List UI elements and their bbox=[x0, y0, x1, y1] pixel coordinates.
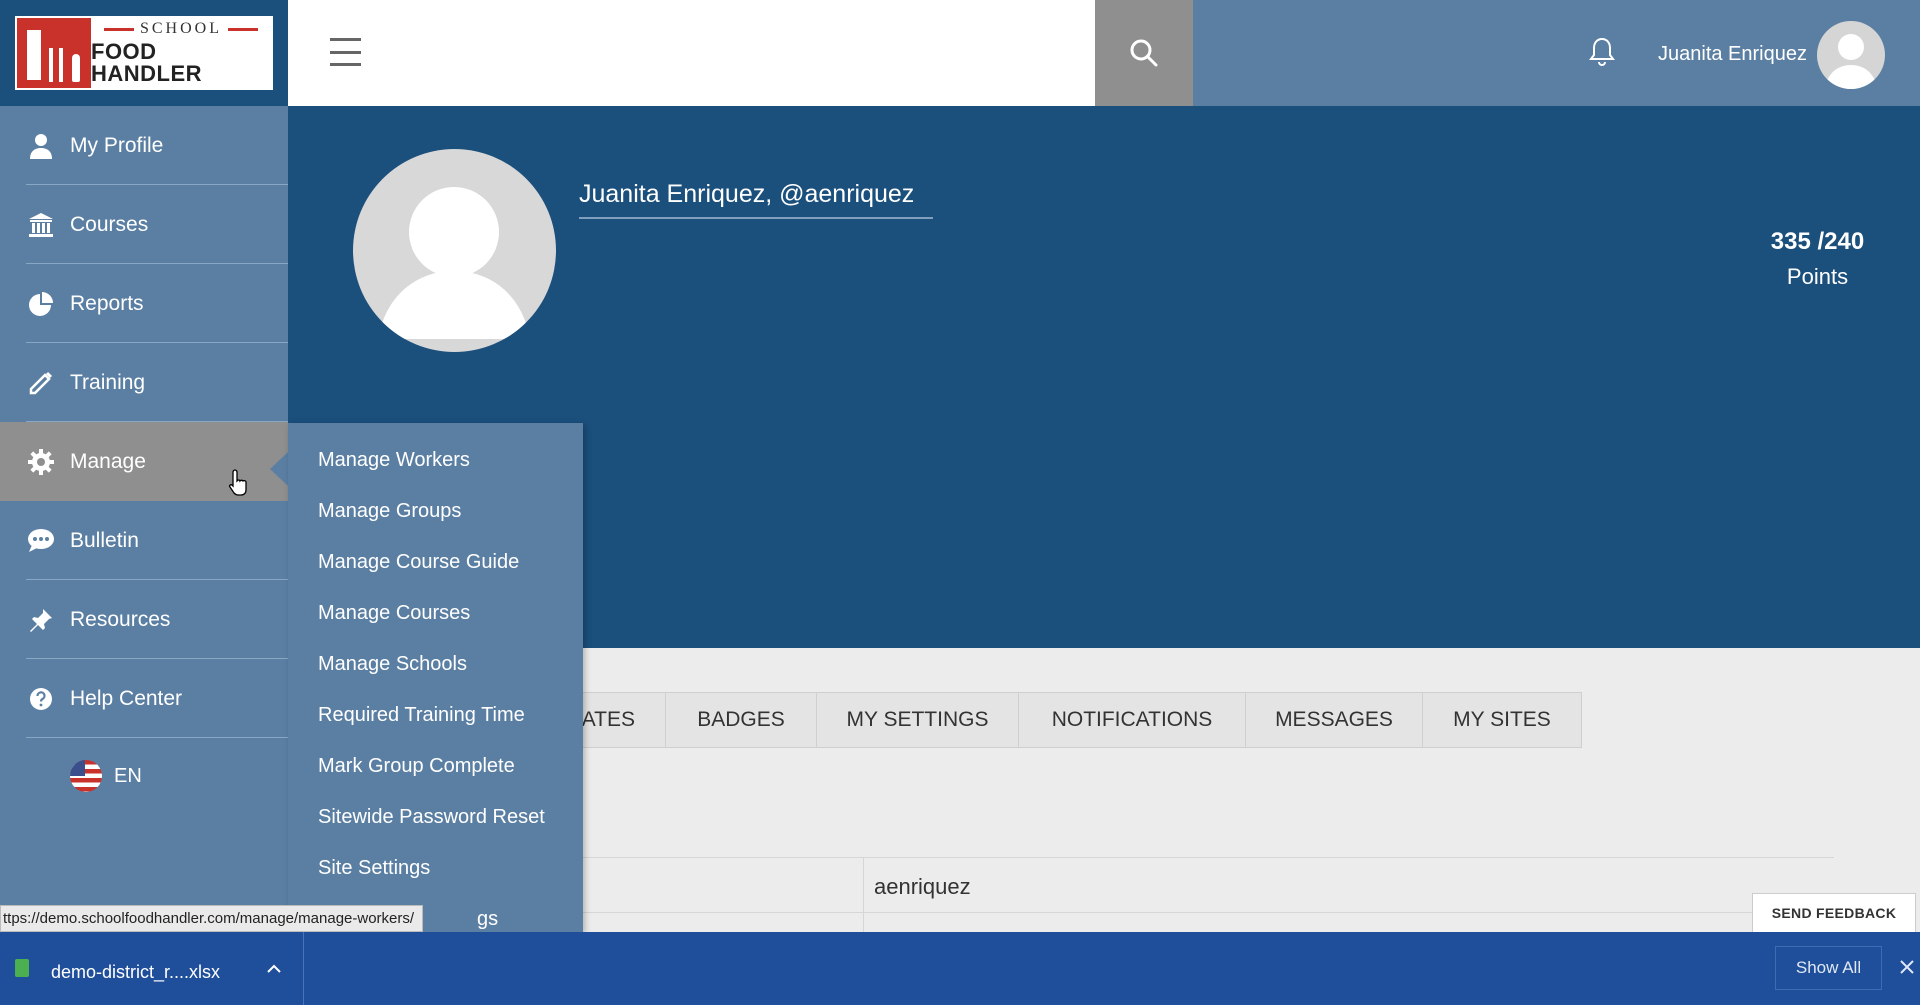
sidebar-item-label: Courses bbox=[70, 212, 149, 236]
chat-bubble-icon bbox=[26, 526, 56, 556]
tab-my-sites[interactable]: MY SITES bbox=[1423, 692, 1582, 748]
download-item[interactable]: demo-district_r....xlsx bbox=[0, 932, 304, 1005]
sidebar-item-label: Reports bbox=[70, 291, 144, 315]
sidebar-item-bulletin[interactable]: Bulletin bbox=[0, 501, 288, 580]
pie-chart-icon bbox=[26, 289, 56, 319]
show-all-button[interactable]: Show All bbox=[1775, 946, 1882, 990]
menu-item-manage-groups[interactable]: Manage Groups bbox=[318, 500, 461, 523]
menu-item-manage-course-guide[interactable]: Manage Course Guide bbox=[318, 551, 519, 574]
sidebar-item-label: Manage bbox=[70, 449, 146, 473]
pushpin-icon bbox=[26, 605, 56, 635]
tab-messages[interactable]: MESSAGES bbox=[1246, 692, 1423, 748]
spreadsheet-file-icon bbox=[15, 959, 29, 977]
language-selector[interactable]: EN bbox=[70, 760, 142, 792]
sidebar-item-label: Help Center bbox=[70, 686, 183, 710]
sidebar-item-training[interactable]: Training bbox=[0, 343, 288, 422]
top-bar bbox=[288, 0, 1095, 106]
bank-icon bbox=[26, 210, 56, 240]
top-bar-user-area bbox=[1193, 0, 1920, 106]
menu-item-manage-schools[interactable]: Manage Schools bbox=[318, 653, 467, 676]
logo-area[interactable]: SCHOOL FOOD HANDLER bbox=[0, 0, 288, 106]
sidebar-item-label: Resources bbox=[70, 607, 171, 631]
table-row-divider bbox=[542, 857, 1834, 858]
sidebar-item-label: Training bbox=[70, 370, 146, 394]
sidebar-item-courses[interactable]: Courses bbox=[0, 185, 288, 264]
dropdown-arrow bbox=[270, 452, 288, 486]
profile-avatar[interactable] bbox=[353, 149, 556, 352]
logo[interactable]: SCHOOL FOOD HANDLER bbox=[15, 16, 273, 90]
menu-item-manage-workers[interactable]: Manage Workers bbox=[318, 449, 470, 472]
search-button[interactable] bbox=[1095, 0, 1193, 106]
menu-item-mark-group-complete[interactable]: Mark Group Complete bbox=[318, 755, 515, 778]
sidebar-item-resources[interactable]: Resources bbox=[0, 580, 288, 659]
sidebar-item-my-profile[interactable]: My Profile bbox=[0, 106, 288, 185]
tab-my-settings[interactable]: MY SETTINGS bbox=[817, 692, 1019, 748]
points-value: 335 /240 bbox=[1770, 228, 1865, 255]
sidebar: My Profile Courses Reports Training Mana… bbox=[0, 106, 288, 932]
menu-item-partial[interactable]: gs bbox=[477, 908, 498, 931]
question-circle-icon bbox=[26, 684, 56, 714]
username-value: aenriquez bbox=[874, 874, 971, 899]
menu-item-site-settings[interactable]: Site Settings bbox=[318, 857, 430, 880]
close-icon[interactable] bbox=[1897, 957, 1917, 977]
person-icon bbox=[26, 131, 56, 161]
sidebar-item-label: My Profile bbox=[70, 133, 164, 157]
sidebar-item-label: Bulletin bbox=[70, 528, 139, 552]
us-flag-icon bbox=[70, 760, 102, 792]
hand-cursor-icon bbox=[228, 469, 247, 496]
sidebar-item-help-center[interactable]: Help Center bbox=[0, 659, 288, 738]
chevron-up-icon[interactable] bbox=[266, 962, 282, 976]
hamburger-menu-icon[interactable] bbox=[330, 38, 361, 66]
menu-item-required-training-time[interactable]: Required Training Time bbox=[318, 704, 525, 727]
logo-top-text: SCHOOL bbox=[104, 21, 258, 37]
language-label: EN bbox=[114, 764, 142, 787]
pencil-icon bbox=[26, 368, 56, 398]
points-label: Points bbox=[1786, 264, 1849, 289]
search-icon bbox=[1130, 39, 1158, 67]
download-bar: demo-district_r....xlsx Show All bbox=[0, 932, 1920, 1005]
header-user-name[interactable]: Juanita Enriquez bbox=[1658, 43, 1807, 66]
send-feedback-button[interactable]: SEND FEEDBACK bbox=[1752, 893, 1916, 933]
gear-icon bbox=[26, 447, 56, 477]
logo-utensils-icon bbox=[17, 18, 91, 88]
profile-tabs: ATES BADGES MY SETTINGS NOTIFICATIONS ME… bbox=[542, 692, 1582, 748]
bell-icon[interactable] bbox=[1588, 36, 1616, 68]
profile-name-handle[interactable]: Juanita Enriquez, @aenriquez bbox=[579, 180, 933, 219]
tab-notifications[interactable]: NOTIFICATIONS bbox=[1019, 692, 1246, 748]
menu-item-manage-courses[interactable]: Manage Courses bbox=[318, 602, 470, 625]
status-bar-url: ttps://demo.schoolfoodhandler.com/manage… bbox=[0, 905, 424, 932]
tab-badges[interactable]: BADGES bbox=[666, 692, 817, 748]
download-file-name: demo-district_r....xlsx bbox=[51, 962, 221, 982]
manage-dropdown-menu: Manage Workers Manage Groups Manage Cour… bbox=[288, 423, 583, 932]
table-row-divider bbox=[542, 912, 1834, 913]
menu-item-sitewide-password-reset[interactable]: Sitewide Password Reset bbox=[318, 806, 545, 829]
logo-bottom-text: FOOD HANDLER bbox=[91, 39, 203, 86]
sidebar-item-reports[interactable]: Reports bbox=[0, 264, 288, 343]
header-avatar[interactable] bbox=[1817, 21, 1885, 89]
table-cell-divider bbox=[863, 858, 864, 932]
